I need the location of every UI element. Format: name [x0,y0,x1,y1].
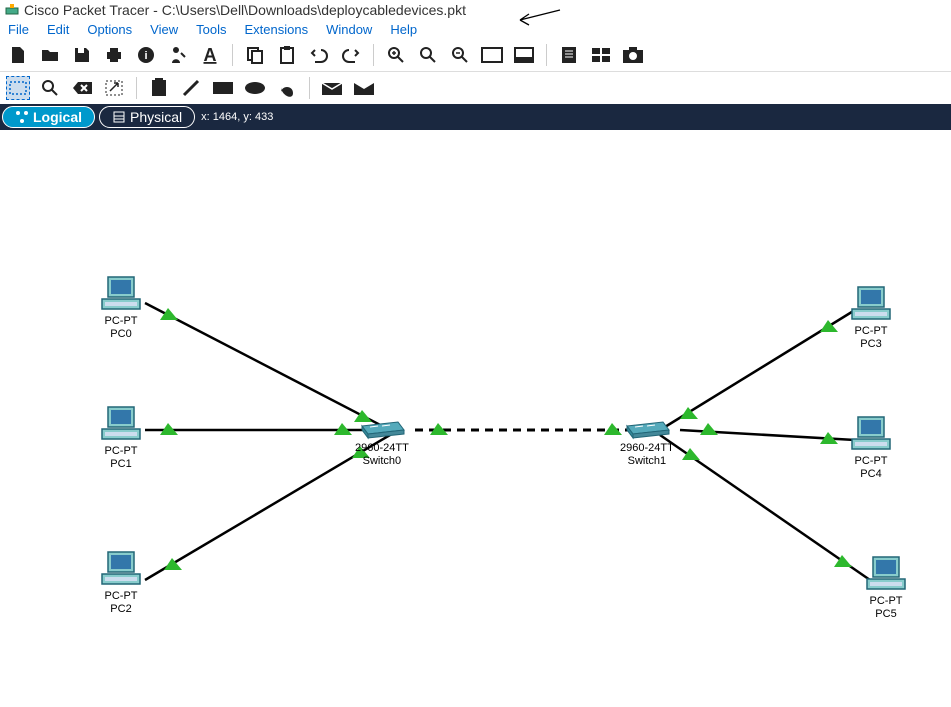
activity-wizard-icon[interactable] [166,43,190,67]
open-folder-icon[interactable] [38,43,62,67]
save-icon[interactable] [70,43,94,67]
main-toolbar: i A [0,39,951,72]
annotation-arrow [515,5,565,30]
device-pc1[interactable]: PC-PTPC1 [100,405,142,471]
device-label: PC-PTPC2 [105,590,138,616]
inspect-tool-icon[interactable] [38,76,62,100]
paste-icon[interactable] [275,43,299,67]
device-label: PC-PTPC5 [870,595,903,621]
physical-label: Physical [130,109,182,125]
links-layer [0,130,951,690]
logical-view-tab[interactable]: Logical [2,106,95,128]
menu-options[interactable]: Options [87,22,132,37]
select-tool-icon[interactable] [6,76,30,100]
zoom-reset-icon[interactable] [416,43,440,67]
view-bar: Logical Physical x: 1464, y: 433 [0,104,951,130]
menu-window[interactable]: Window [326,22,372,37]
device-pc0[interactable]: PC-PTPC0 [100,275,142,341]
pc-icon [100,550,142,588]
zoom-in-icon[interactable] [384,43,408,67]
delete-tool-icon[interactable] [70,76,94,100]
freeform-tool-icon[interactable] [275,76,299,100]
resize-tool-icon[interactable] [102,76,126,100]
device-pc3[interactable]: PC-PTPC3 [850,285,892,351]
app-icon [4,2,20,18]
rectangle-tool-icon[interactable] [211,76,235,100]
svg-text:i: i [144,50,147,62]
title-bar: Cisco Packet Tracer - C:\Users\Dell\Down… [0,0,951,20]
device-label: PC-PTPC0 [105,315,138,341]
physical-view-tab[interactable]: Physical [99,106,195,128]
toolbar-separator [373,44,374,66]
ellipse-tool-icon[interactable] [243,76,267,100]
menu-file[interactable]: File [8,22,29,37]
device-pc2[interactable]: PC-PTPC2 [100,550,142,616]
device-pc4[interactable]: PC-PTPC4 [850,415,892,481]
logical-label: Logical [33,109,82,125]
copy-icon[interactable] [243,43,267,67]
menu-bar: File Edit Options View Tools Extensions … [0,20,951,39]
device-pc5[interactable]: PC-PTPC5 [865,555,907,621]
complex-pdu-icon[interactable] [352,76,376,100]
logical-icon [15,110,29,124]
pc-icon [100,405,142,443]
menu-tools[interactable]: Tools [196,22,226,37]
pc-icon [850,415,892,453]
notes-icon[interactable] [557,43,581,67]
new-file-icon[interactable] [6,43,30,67]
svg-text:A: A [204,45,217,65]
coordinates-display: x: 1464, y: 433 [201,111,273,123]
pc-icon [850,285,892,323]
device-grid-icon[interactable] [589,43,613,67]
undo-icon[interactable] [307,43,331,67]
toolbar-separator [232,44,233,66]
toolbar-separator [546,44,547,66]
window-title: Cisco Packet Tracer - C:\Users\Dell\Down… [24,2,466,18]
workspace-canvas[interactable]: PC-PTPC0 PC-PTPC1 PC-PTPC2 PC-PTPC3 PC-P… [0,130,951,690]
device-switch0[interactable]: 2960-24TTSwitch0 [355,418,409,468]
snapshot-icon[interactable] [621,43,645,67]
text-icon[interactable]: A [198,43,222,67]
zoom-out-icon[interactable] [448,43,472,67]
info-icon[interactable]: i [134,43,158,67]
toolbar-separator [309,77,310,99]
device-label: 2960-24TTSwitch1 [620,442,674,468]
menu-extensions[interactable]: Extensions [244,22,308,37]
redo-icon[interactable] [339,43,363,67]
menu-edit[interactable]: Edit [47,22,69,37]
pc-icon [865,555,907,593]
device-label: PC-PTPC4 [855,455,888,481]
physical-icon [112,110,126,124]
print-icon[interactable] [102,43,126,67]
device-label: PC-PTPC3 [855,325,888,351]
switch-icon [358,418,406,440]
simple-pdu-icon[interactable] [320,76,344,100]
note-tool-icon[interactable] [147,76,171,100]
line-tool-icon[interactable] [179,76,203,100]
secondary-toolbar [0,72,951,104]
drawing-palette-icon[interactable] [480,43,504,67]
device-label: PC-PTPC1 [105,445,138,471]
toolbar-separator [136,77,137,99]
menu-help[interactable]: Help [390,22,417,37]
device-label: 2960-24TTSwitch0 [355,442,409,468]
switch-icon [623,418,671,440]
device-switch1[interactable]: 2960-24TTSwitch1 [620,418,674,468]
custom-device-icon[interactable] [512,43,536,67]
pc-icon [100,275,142,313]
menu-view[interactable]: View [150,22,178,37]
